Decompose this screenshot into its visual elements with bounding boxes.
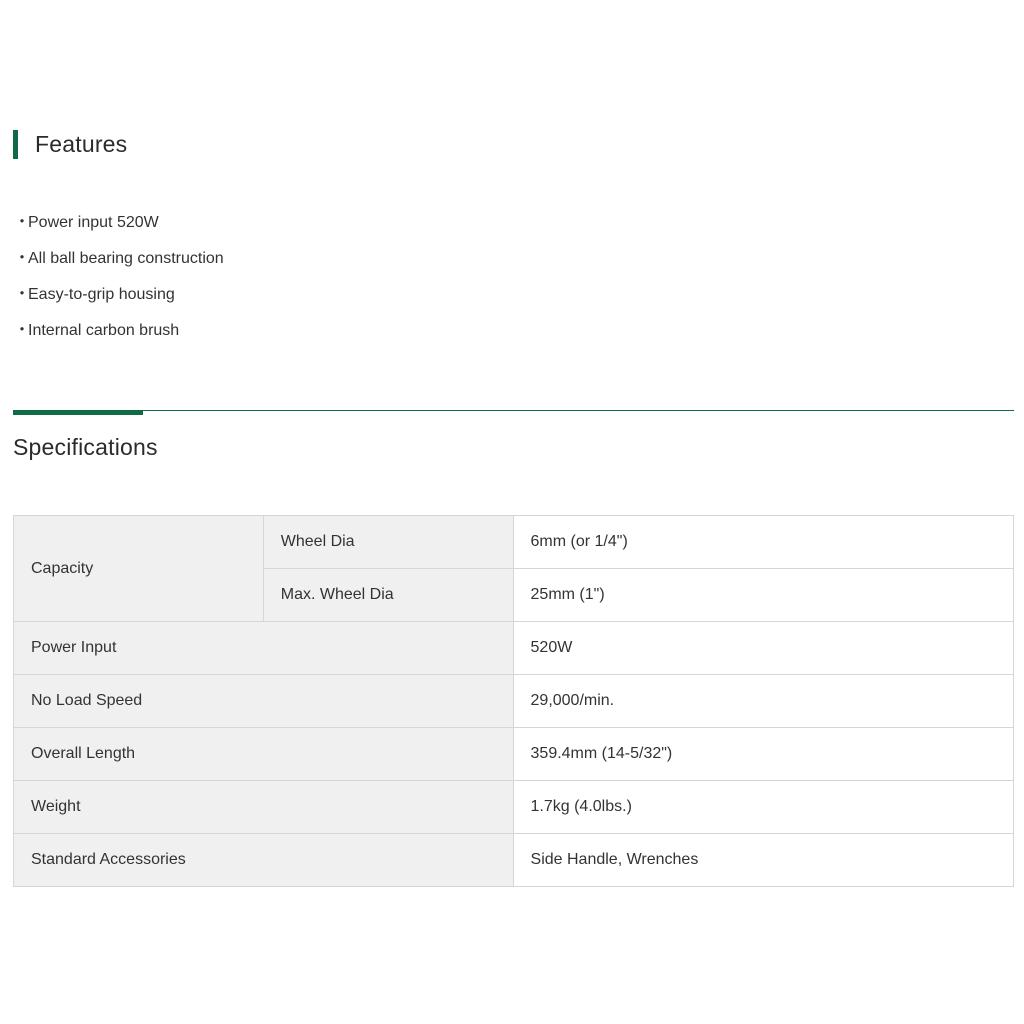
spec-label: Overall Length — [13, 727, 514, 781]
features-accent-bar — [13, 130, 18, 159]
feature-text: All ball bearing construction — [28, 250, 224, 267]
wheel-dia-label: Wheel Dia — [262, 515, 514, 569]
table-row: Standard Accessories Side Handle, Wrench… — [13, 833, 1015, 887]
feature-text: Power input 520W — [28, 214, 159, 231]
max-wheel-dia-label: Max. Wheel Dia — [262, 568, 514, 622]
specifications-table: Capacity Wheel Dia 6mm (or 1/4") Max. Wh… — [13, 515, 1015, 887]
table-row: Power Input 520W — [13, 621, 1015, 675]
spec-label: Standard Accessories — [13, 833, 514, 887]
list-item: ・ All ball bearing construction — [14, 244, 224, 280]
list-item: ・ Easy-to-grip housing — [14, 280, 224, 316]
list-item: ・ Internal carbon brush — [14, 316, 224, 352]
features-title: Features — [35, 131, 128, 157]
spec-value: 520W — [512, 621, 1015, 675]
specifications-title: Specifications — [13, 434, 158, 460]
spec-label: Power Input — [13, 621, 514, 675]
feature-text: Internal carbon brush — [28, 322, 180, 339]
bullet-icon: ・ — [14, 214, 31, 231]
feature-text: Easy-to-grip housing — [28, 286, 175, 303]
table-row: Capacity Wheel Dia 6mm (or 1/4") — [13, 515, 1015, 622]
spec-value: 29,000/min. — [512, 674, 1015, 728]
table-row: No Load Speed 29,000/min. — [13, 674, 1015, 728]
features-list: ・ Power input 520W ・ All ball bearing co… — [14, 208, 224, 352]
spec-label: No Load Speed — [13, 674, 514, 728]
spec-value: Side Handle, Wrenches — [512, 833, 1015, 887]
spec-label: Weight — [13, 780, 514, 834]
table-row: Overall Length 359.4mm (14-5/32") — [13, 727, 1015, 781]
spec-value: 359.4mm (14-5/32") — [512, 727, 1015, 781]
features-header: Features — [13, 130, 127, 159]
capacity-label: Capacity — [13, 515, 264, 622]
max-wheel-dia-value: 25mm (1") — [512, 568, 1015, 622]
bullet-icon: ・ — [14, 250, 31, 267]
spec-value: 1.7kg (4.0lbs.) — [512, 780, 1015, 834]
section-divider-accent — [13, 410, 143, 415]
table-row: Weight 1.7kg (4.0lbs.) — [13, 780, 1015, 834]
wheel-dia-value: 6mm (or 1/4") — [512, 515, 1015, 569]
bullet-icon: ・ — [14, 322, 31, 339]
list-item: ・ Power input 520W — [14, 208, 224, 244]
section-divider — [13, 410, 1014, 411]
bullet-icon: ・ — [14, 286, 31, 303]
